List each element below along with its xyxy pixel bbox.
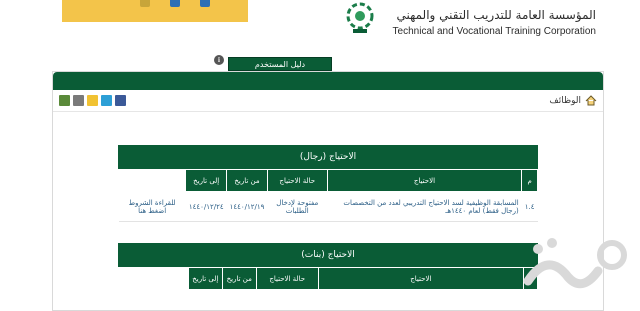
- col-need: الاحتياج: [327, 170, 522, 192]
- col-action: [119, 268, 189, 290]
- watermark-logo: [508, 231, 636, 297]
- col-status: حالة الاحتياج: [267, 170, 327, 192]
- row-need: المسابقة الوظيفية لسد الاحتياج التدريبي …: [327, 192, 522, 222]
- row-status: مفتوحة لإدخال الطلبات: [267, 192, 327, 222]
- col-num: م: [522, 170, 538, 192]
- women-needs-table: م الاحتياج حالة الاحتياج من تاريخ إلى تا…: [118, 267, 538, 290]
- row-action: للقراءة الشروط اضغط هنا: [119, 192, 186, 222]
- men-needs-table: م الاحتياج حالة الاحتياج من تاريخ إلى تا…: [118, 169, 538, 222]
- table-row: ١.٤ المسابقة الوظيفية لسد الاحتياج التدر…: [119, 192, 538, 222]
- facebook-top-icon[interactable]: [170, 0, 180, 7]
- twitter-top-icon[interactable]: [200, 0, 210, 7]
- col-need: الاحتياج: [318, 268, 523, 290]
- sound-icon[interactable]: [140, 0, 150, 7]
- share-toolbar: [59, 95, 126, 106]
- header-logo[interactable]: المؤسسة العامة للتدريب التقني والمهني Te…: [356, 0, 596, 44]
- col-to: إلى تاريخ: [188, 268, 222, 290]
- user-guide-button[interactable]: دليل المستخدم: [228, 57, 332, 71]
- table-header-row: م الاحتياج حالة الاحتياج من تاريخ إلى تا…: [119, 268, 538, 290]
- women-needs-section: الاحتياج (بنات) م الاحتياج حالة الاحتياج…: [118, 243, 538, 290]
- men-needs-section: الاحتياج (رجال) م الاحتياج حالة الاحتياج…: [118, 145, 538, 222]
- breadcrumb: الوظائف: [53, 90, 603, 112]
- col-action: [119, 170, 186, 192]
- row-from: ١٤٤٠/١٢/١٩: [227, 192, 268, 222]
- women-section-title: الاحتياج (بنات): [118, 243, 538, 267]
- edit-icon[interactable]: [59, 95, 70, 106]
- tvtc-logo-icon: [344, 2, 376, 36]
- row-to: ١٤٤٠/١٢/٢٤: [186, 192, 227, 222]
- org-name-ar: المؤسسة العامة للتدريب التقني والمهني: [396, 8, 596, 22]
- breadcrumb-item[interactable]: الوظائف: [549, 95, 597, 106]
- men-section-title: الاحتياج (رجال): [118, 145, 538, 169]
- col-status: حالة الاحتياج: [256, 268, 318, 290]
- org-name-en: Technical and Vocational Training Corpor…: [393, 26, 596, 37]
- col-to: إلى تاريخ: [186, 170, 227, 192]
- top-icons: [140, 0, 210, 8]
- print-icon[interactable]: [73, 95, 84, 106]
- facebook-icon[interactable]: [115, 95, 126, 106]
- col-from: من تاريخ: [227, 170, 268, 192]
- conditions-link[interactable]: للقراءة الشروط اضغط هنا: [129, 199, 176, 215]
- breadcrumb-label[interactable]: الوظائف: [549, 96, 581, 106]
- row-num: ١.٤: [522, 192, 538, 222]
- twitter-icon[interactable]: [101, 95, 112, 106]
- panel-header: [53, 72, 603, 90]
- favorite-star-icon[interactable]: [87, 95, 98, 106]
- info-icon[interactable]: i: [214, 55, 224, 65]
- home-icon[interactable]: [585, 95, 597, 106]
- col-from: من تاريخ: [222, 268, 256, 290]
- table-header-row: م الاحتياج حالة الاحتياج من تاريخ إلى تا…: [119, 170, 538, 192]
